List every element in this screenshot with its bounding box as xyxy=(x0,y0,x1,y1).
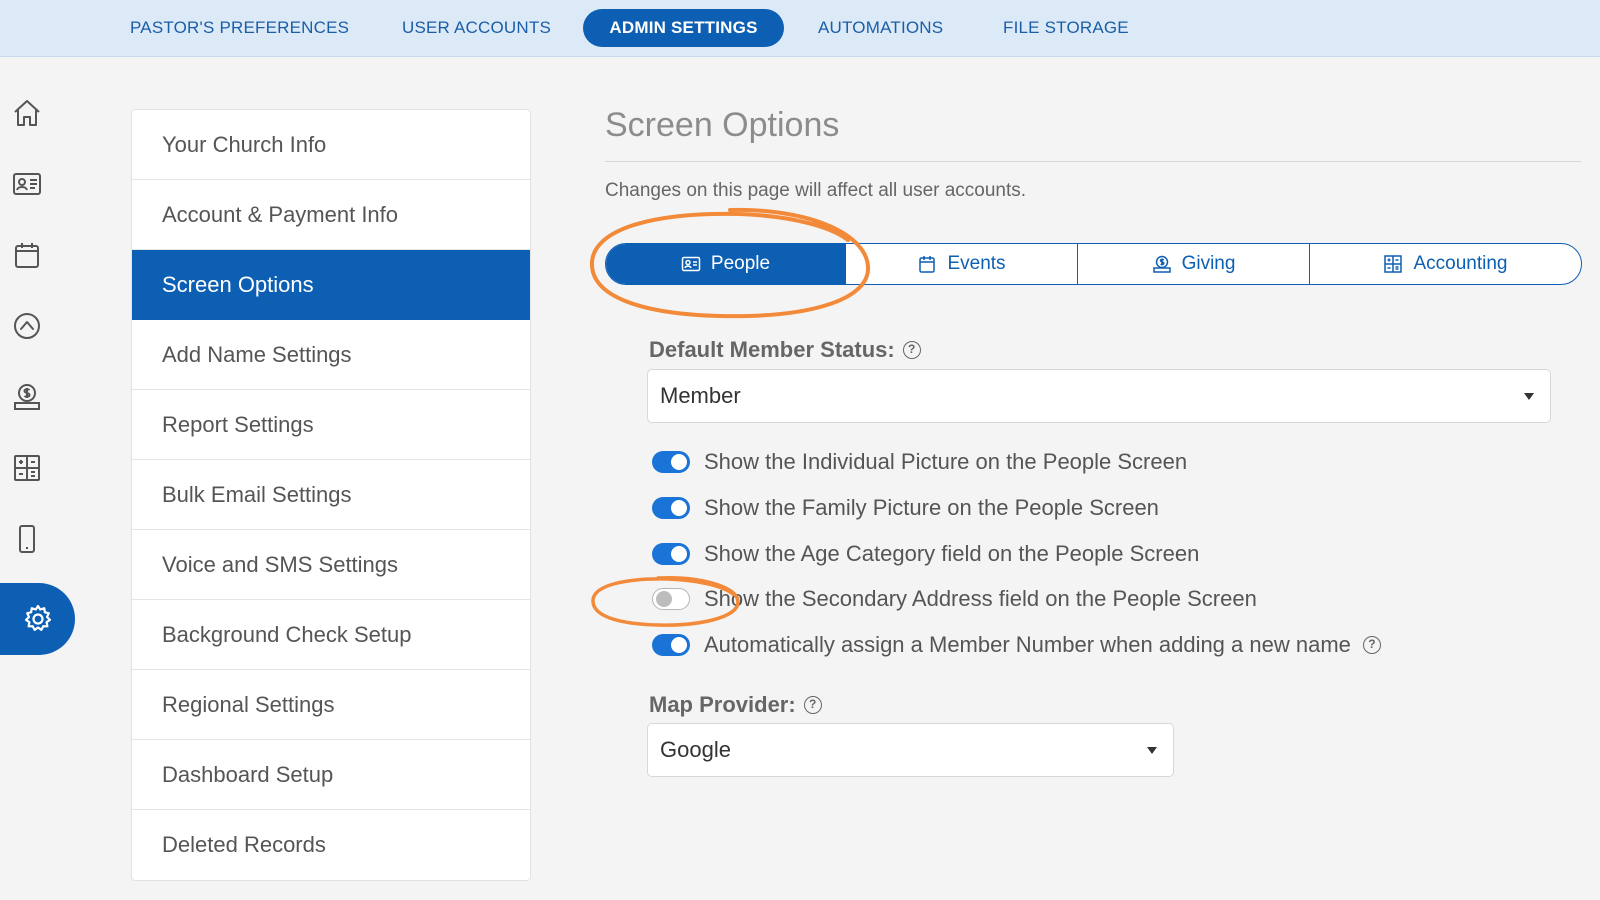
rail-events[interactable] xyxy=(0,231,54,279)
menu-item-voice-sms-settings[interactable]: Voice and SMS Settings xyxy=(132,530,530,600)
menu-item-background-check-setup[interactable]: Background Check Setup xyxy=(132,600,530,670)
chevron-down-icon xyxy=(1147,747,1157,754)
menu-item-your-church-info[interactable]: Your Church Info xyxy=(132,110,530,180)
rail-settings[interactable] xyxy=(0,583,75,655)
home-icon xyxy=(14,100,40,126)
map-provider-value: Google xyxy=(660,737,731,762)
tab-people[interactable]: People xyxy=(606,244,846,284)
id-card-icon xyxy=(681,256,701,272)
accounting-grid-icon xyxy=(1384,255,1403,273)
chevron-up-circle-icon xyxy=(14,313,40,339)
option-label: Show the Individual Picture on the Peopl… xyxy=(704,449,1188,474)
map-provider-text: Map Provider: xyxy=(649,692,796,717)
default-member-status-label: Default Member Status: ? xyxy=(649,337,921,363)
top-nav: PASTOR'S PREFERENCES USER ACCOUNTS ADMIN… xyxy=(0,0,1600,57)
menu-item-dashboard-setup[interactable]: Dashboard Setup xyxy=(132,740,530,810)
rail-home[interactable] xyxy=(0,89,54,137)
toggle-age-category[interactable] xyxy=(652,543,690,565)
rail-accounting[interactable] xyxy=(0,444,54,492)
page-title: Screen Options xyxy=(605,106,840,144)
option-label: Show the Age Category field on the Peopl… xyxy=(704,541,1200,566)
menu-item-screen-options[interactable]: Screen Options xyxy=(132,250,530,320)
default-member-status-select[interactable]: Member xyxy=(647,369,1551,423)
settings-menu: Your Church Info Account & Payment Info … xyxy=(131,109,531,881)
accounting-grid-icon xyxy=(14,455,40,481)
left-rail xyxy=(0,57,75,900)
tab-giving[interactable]: Giving xyxy=(1078,244,1310,284)
menu-item-bulk-email-settings[interactable]: Bulk Email Settings xyxy=(132,460,530,530)
tab-giving-label: Giving xyxy=(1181,253,1236,274)
rail-giving[interactable] xyxy=(0,373,54,421)
chevron-down-icon xyxy=(1524,393,1534,400)
option-member-number: Automatically assign a Member Number whe… xyxy=(652,630,1381,660)
tab-user-accounts[interactable]: USER ACCOUNTS xyxy=(402,9,551,47)
default-member-status-value: Member xyxy=(660,383,741,408)
tab-events-label: Events xyxy=(947,253,1006,274)
map-provider-select[interactable]: Google xyxy=(647,723,1174,777)
calendar-icon xyxy=(15,243,39,268)
id-card-icon xyxy=(13,173,41,195)
gear-icon xyxy=(24,604,51,631)
menu-item-regional-settings[interactable]: Regional Settings xyxy=(132,670,530,740)
toggle-member-number[interactable] xyxy=(652,634,690,656)
screen-tabs: People Events Giving Accounting xyxy=(605,243,1582,285)
rail-mobile[interactable] xyxy=(0,515,54,563)
mobile-icon xyxy=(19,525,35,553)
option-age-category: Show the Age Category field on the Peopl… xyxy=(652,539,1199,569)
rail-groups[interactable] xyxy=(0,302,54,350)
tab-accounting-label: Accounting xyxy=(1413,253,1508,274)
tab-accounting[interactable]: Accounting xyxy=(1310,244,1581,284)
menu-item-account-payment-info[interactable]: Account & Payment Info xyxy=(132,180,530,250)
tab-admin-settings[interactable]: ADMIN SETTINGS xyxy=(583,9,784,47)
tab-people-label: People xyxy=(710,253,771,274)
help-icon[interactable]: ? xyxy=(902,341,921,359)
option-label: Show the Family Picture on the People Sc… xyxy=(704,495,1159,520)
option-secondary-address: Show the Secondary Address field on the … xyxy=(652,584,1257,614)
option-label: Automatically assign a Member Number whe… xyxy=(704,632,1351,657)
rail-people[interactable] xyxy=(0,160,54,208)
tab-pastors-preferences[interactable]: PASTOR'S PREFERENCES xyxy=(130,9,349,47)
giving-icon xyxy=(1152,255,1171,273)
option-label: Show the Secondary Address field on the … xyxy=(704,586,1257,611)
page-description: Changes on this page will affect all use… xyxy=(605,180,1027,201)
tab-file-storage[interactable]: FILE STORAGE xyxy=(1003,9,1129,47)
tab-events[interactable]: Events xyxy=(846,244,1078,284)
tab-automations[interactable]: AUTOMATIONS xyxy=(818,9,943,47)
menu-item-add-name-settings[interactable]: Add Name Settings xyxy=(132,320,530,390)
menu-item-deleted-records[interactable]: Deleted Records xyxy=(132,810,530,880)
menu-item-report-settings[interactable]: Report Settings xyxy=(132,390,530,460)
toggle-family-picture[interactable] xyxy=(652,497,690,519)
toggle-secondary-address[interactable] xyxy=(652,588,690,610)
option-individual-picture: Show the Individual Picture on the Peopl… xyxy=(652,447,1187,477)
help-icon[interactable]: ? xyxy=(803,696,822,714)
toggle-individual-picture[interactable] xyxy=(652,451,690,473)
title-divider xyxy=(605,161,1581,162)
default-member-status-text: Default Member Status: xyxy=(649,337,895,362)
map-provider-label: Map Provider: ? xyxy=(649,692,822,718)
option-family-picture: Show the Family Picture on the People Sc… xyxy=(652,493,1159,523)
giving-icon xyxy=(14,384,40,410)
help-icon[interactable]: ? xyxy=(1362,636,1381,654)
calendar-icon xyxy=(919,256,936,273)
